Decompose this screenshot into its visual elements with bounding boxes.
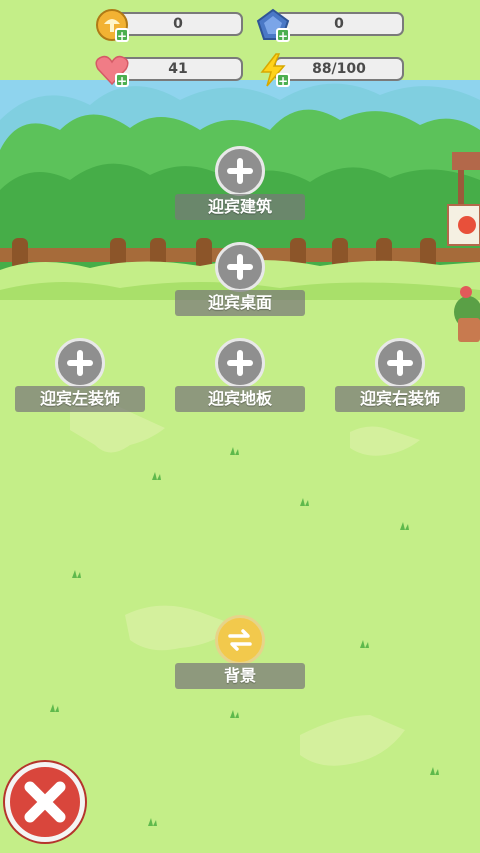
close-button[interactable] — [5, 762, 85, 842]
add-energy-button[interactable]: + — [276, 73, 290, 87]
slot-floor[interactable]: 迎宾地板 — [175, 338, 305, 412]
add-hearts-button[interactable]: + — [115, 73, 129, 87]
hearts-value: 41 — [113, 57, 243, 81]
slot-building-label: 迎宾建筑 — [175, 194, 305, 220]
plus-icon[interactable] — [375, 338, 425, 388]
gems-counter[interactable]: 0 + — [256, 8, 404, 42]
slot-left-decor-label: 迎宾左装饰 — [15, 386, 145, 412]
add-gems-button[interactable]: + — [276, 28, 290, 42]
energy-counter[interactable]: 88/100 + — [256, 53, 404, 87]
slot-table[interactable]: 迎宾桌面 — [175, 242, 305, 316]
slot-background-label: 背景 — [175, 663, 305, 689]
slot-building[interactable]: 迎宾建筑 — [175, 146, 305, 220]
coins-counter[interactable]: 0 + — [95, 8, 243, 42]
hearts-counter[interactable]: 41 + — [95, 53, 243, 87]
close-icon — [24, 781, 66, 823]
slot-right-decor[interactable]: 迎宾右装饰 — [335, 338, 465, 412]
slot-right-decor-label: 迎宾右装饰 — [335, 386, 465, 412]
plus-icon[interactable] — [55, 338, 105, 388]
slot-left-decor[interactable]: 迎宾左装饰 — [15, 338, 145, 412]
slot-background[interactable]: 背景 — [175, 615, 305, 689]
slot-table-label: 迎宾桌面 — [175, 290, 305, 316]
plus-icon[interactable] — [215, 146, 265, 196]
energy-value: 88/100 — [274, 57, 404, 81]
coins-value: 0 — [113, 12, 243, 36]
plus-icon[interactable] — [215, 242, 265, 292]
add-coins-button[interactable]: + — [115, 28, 129, 42]
gems-value: 0 — [274, 12, 404, 36]
plus-icon[interactable] — [215, 338, 265, 388]
garden-background — [0, 0, 480, 853]
slot-floor-label: 迎宾地板 — [175, 386, 305, 412]
swap-arrows-icon[interactable] — [215, 615, 265, 665]
